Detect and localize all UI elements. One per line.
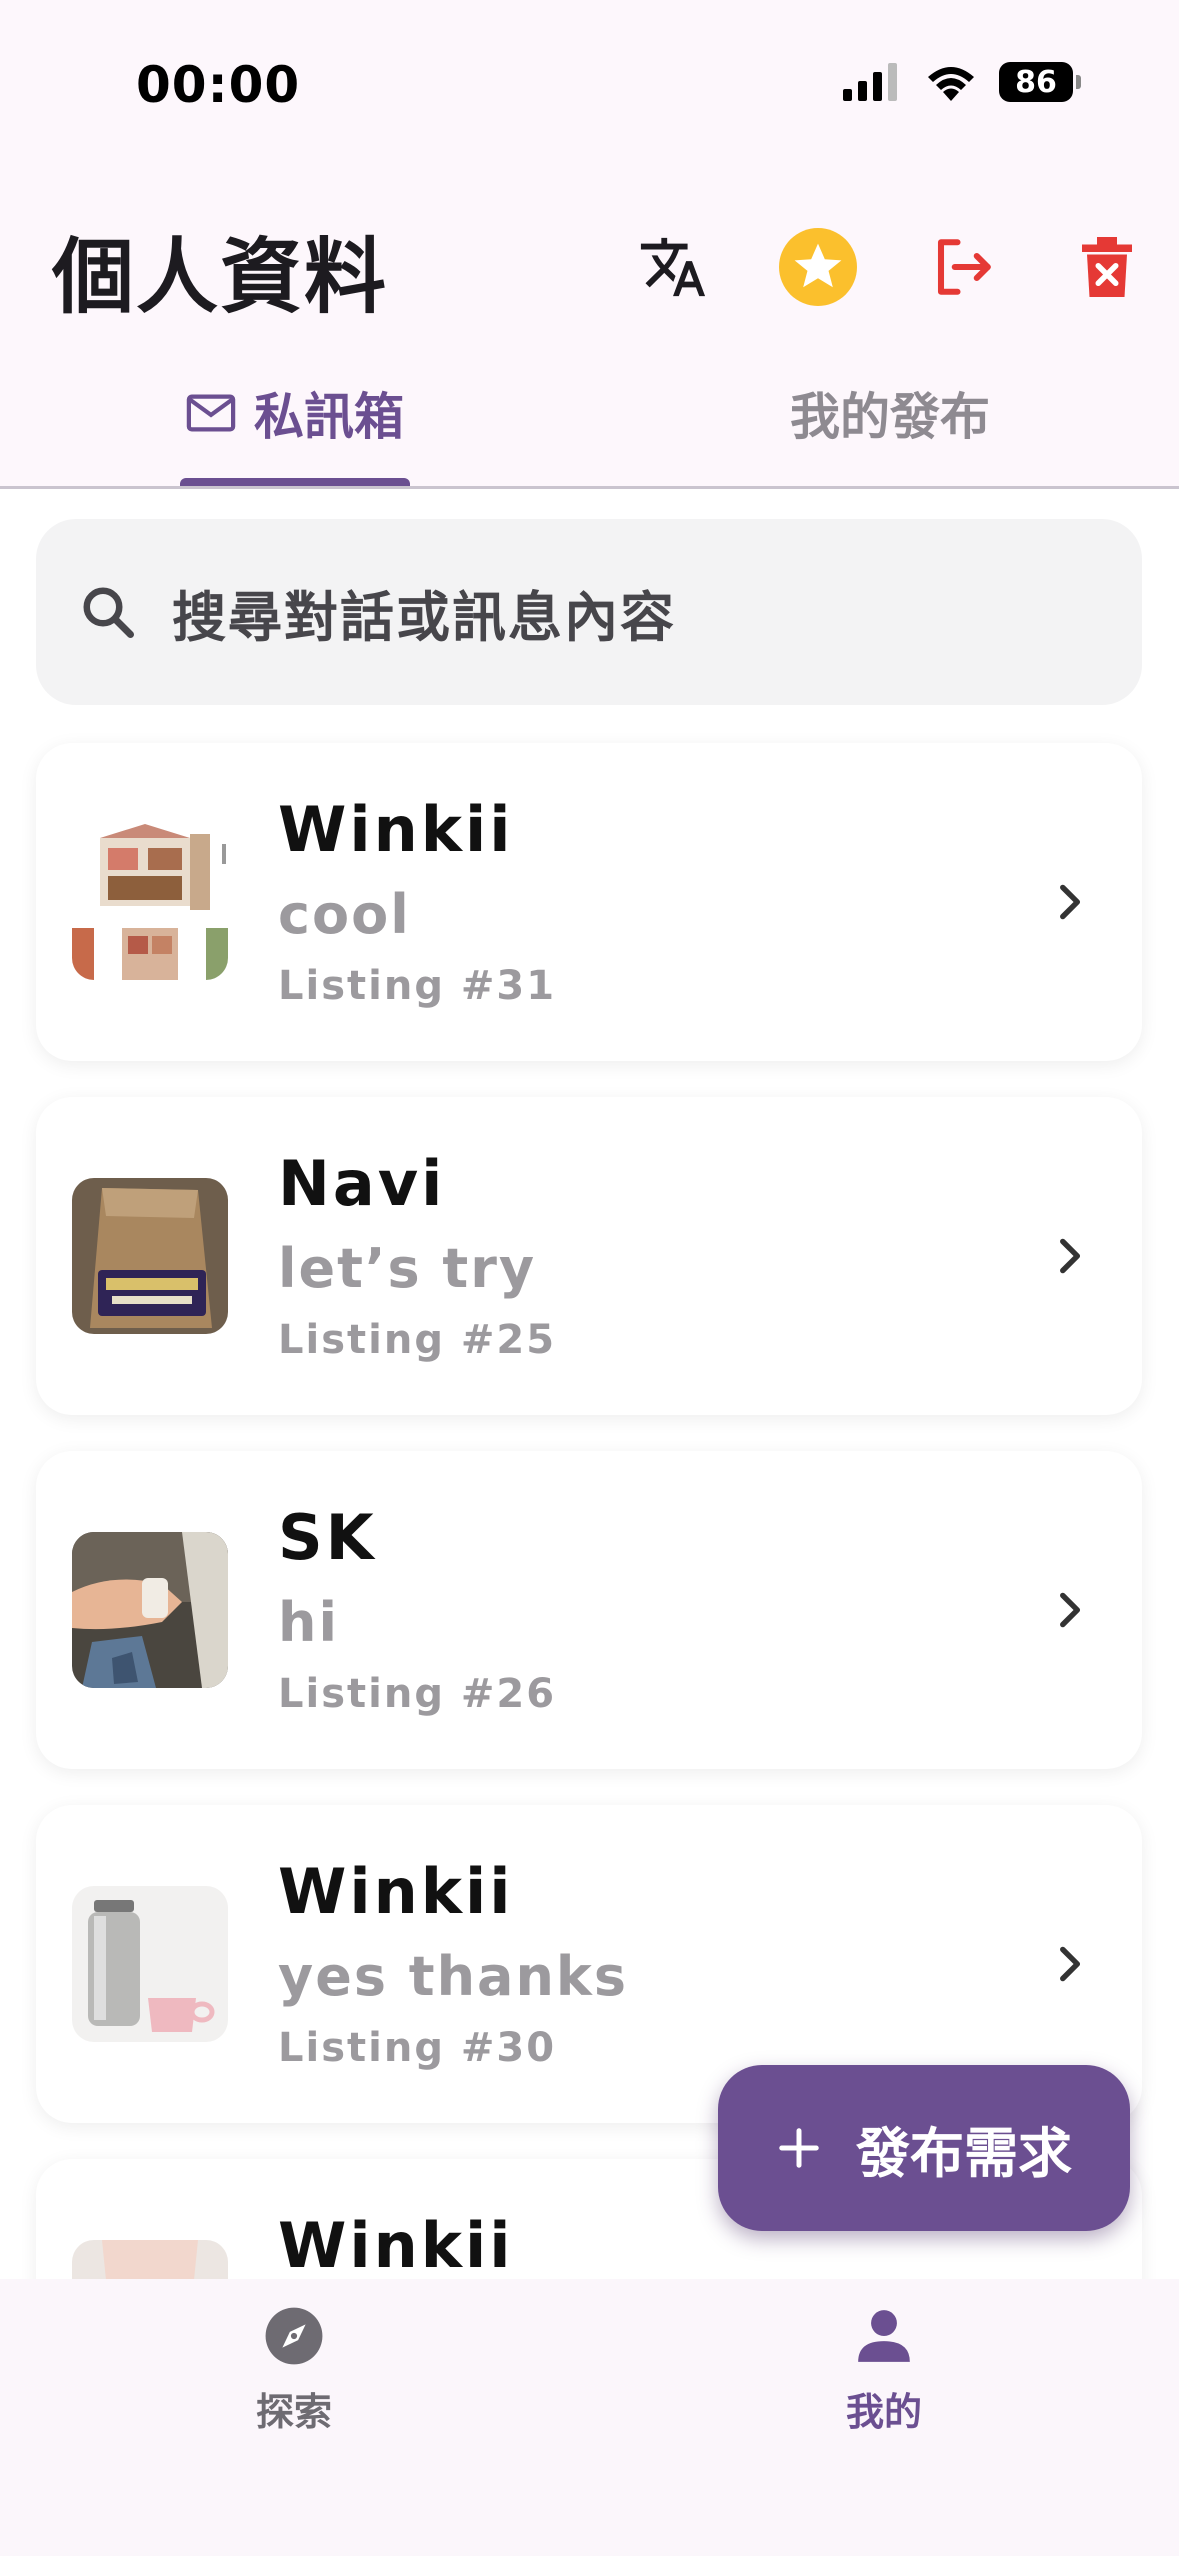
listing-reference: Listing #25	[278, 1317, 557, 1363]
post-request-button[interactable]: 發布需求	[718, 2065, 1130, 2231]
translate-icon	[640, 237, 706, 297]
wifi-icon	[928, 67, 974, 101]
last-message: cool	[278, 883, 411, 946]
conversation-list-area: 搜尋對話或訊息內容 Winkii cool Listing #31 Navi l…	[0, 489, 1179, 2279]
status-time: 00:00	[136, 56, 301, 114]
last-message: yes thanks	[278, 1945, 628, 2008]
tab-my-posts[interactable]: 我的發布	[700, 340, 1080, 486]
compass-icon	[265, 2307, 323, 2365]
nav-mine[interactable]: 我的	[734, 2305, 1034, 2436]
mail-icon	[186, 394, 236, 432]
star-icon	[779, 228, 857, 306]
last-message: let’s try	[278, 1237, 537, 1300]
listing-thumbnail	[72, 1886, 228, 2042]
person-icon	[858, 2310, 910, 2362]
sender-name: SK	[278, 1501, 377, 1574]
status-icons: 86	[843, 62, 1081, 102]
listing-reference: Listing #30	[278, 2025, 557, 2071]
logout-button[interactable]	[918, 222, 1008, 312]
delete-account-button[interactable]	[1062, 222, 1152, 312]
nav-label: 我的	[845, 2390, 922, 2434]
delete-icon	[1082, 237, 1132, 297]
listing-thumbnail	[72, 2240, 228, 2279]
listing-reference: Listing #31	[278, 963, 557, 1009]
fab-label: 發布需求	[856, 2121, 1072, 2185]
conversation-item[interactable]: Navi let’s try Listing #25	[36, 1097, 1142, 1415]
chevron-right-icon	[1060, 884, 1081, 920]
bottom-navigation: 探索 我的	[0, 2279, 1179, 2556]
nav-label: 探索	[255, 2390, 332, 2434]
battery-indicator: 86	[999, 62, 1081, 102]
conversation-item[interactable]: SK hi Listing #26	[36, 1451, 1142, 1769]
search-input[interactable]: 搜尋對話或訊息內容	[36, 519, 1142, 705]
sender-name: Navi	[278, 1147, 446, 1220]
sender-name: Winkii	[278, 793, 514, 866]
search-icon	[83, 587, 134, 638]
nav-explore[interactable]: 探索	[144, 2305, 444, 2436]
translate-button[interactable]	[628, 222, 718, 312]
search-placeholder: 搜尋對話或訊息內容	[172, 585, 676, 649]
conversation-item[interactable]: Winkii cool Listing #31	[36, 743, 1142, 1061]
listing-thumbnail	[72, 1178, 228, 1334]
sender-name: Winkii	[278, 2209, 514, 2279]
tab-inbox[interactable]: 私訊箱	[130, 340, 460, 486]
signal-icon	[843, 63, 897, 101]
chevron-right-icon	[1060, 1592, 1081, 1628]
listing-reference: Listing #26	[278, 1671, 557, 1717]
tab-label: 私訊箱	[254, 388, 404, 446]
plus-icon	[779, 2128, 819, 2168]
logout-icon	[937, 239, 991, 295]
chevron-right-icon	[1060, 1238, 1081, 1274]
tab-bar: 私訊箱 我的發布	[0, 340, 1179, 489]
last-message: hi	[278, 1591, 339, 1654]
sender-name: Winkii	[278, 1855, 514, 1928]
chevron-right-icon	[1060, 1946, 1081, 1982]
listing-thumbnail	[72, 824, 228, 980]
favorites-button[interactable]	[773, 222, 863, 312]
page-title: 個人資料	[52, 230, 389, 325]
tab-label: 我的發布	[790, 388, 990, 446]
listing-thumbnail	[72, 1532, 228, 1688]
